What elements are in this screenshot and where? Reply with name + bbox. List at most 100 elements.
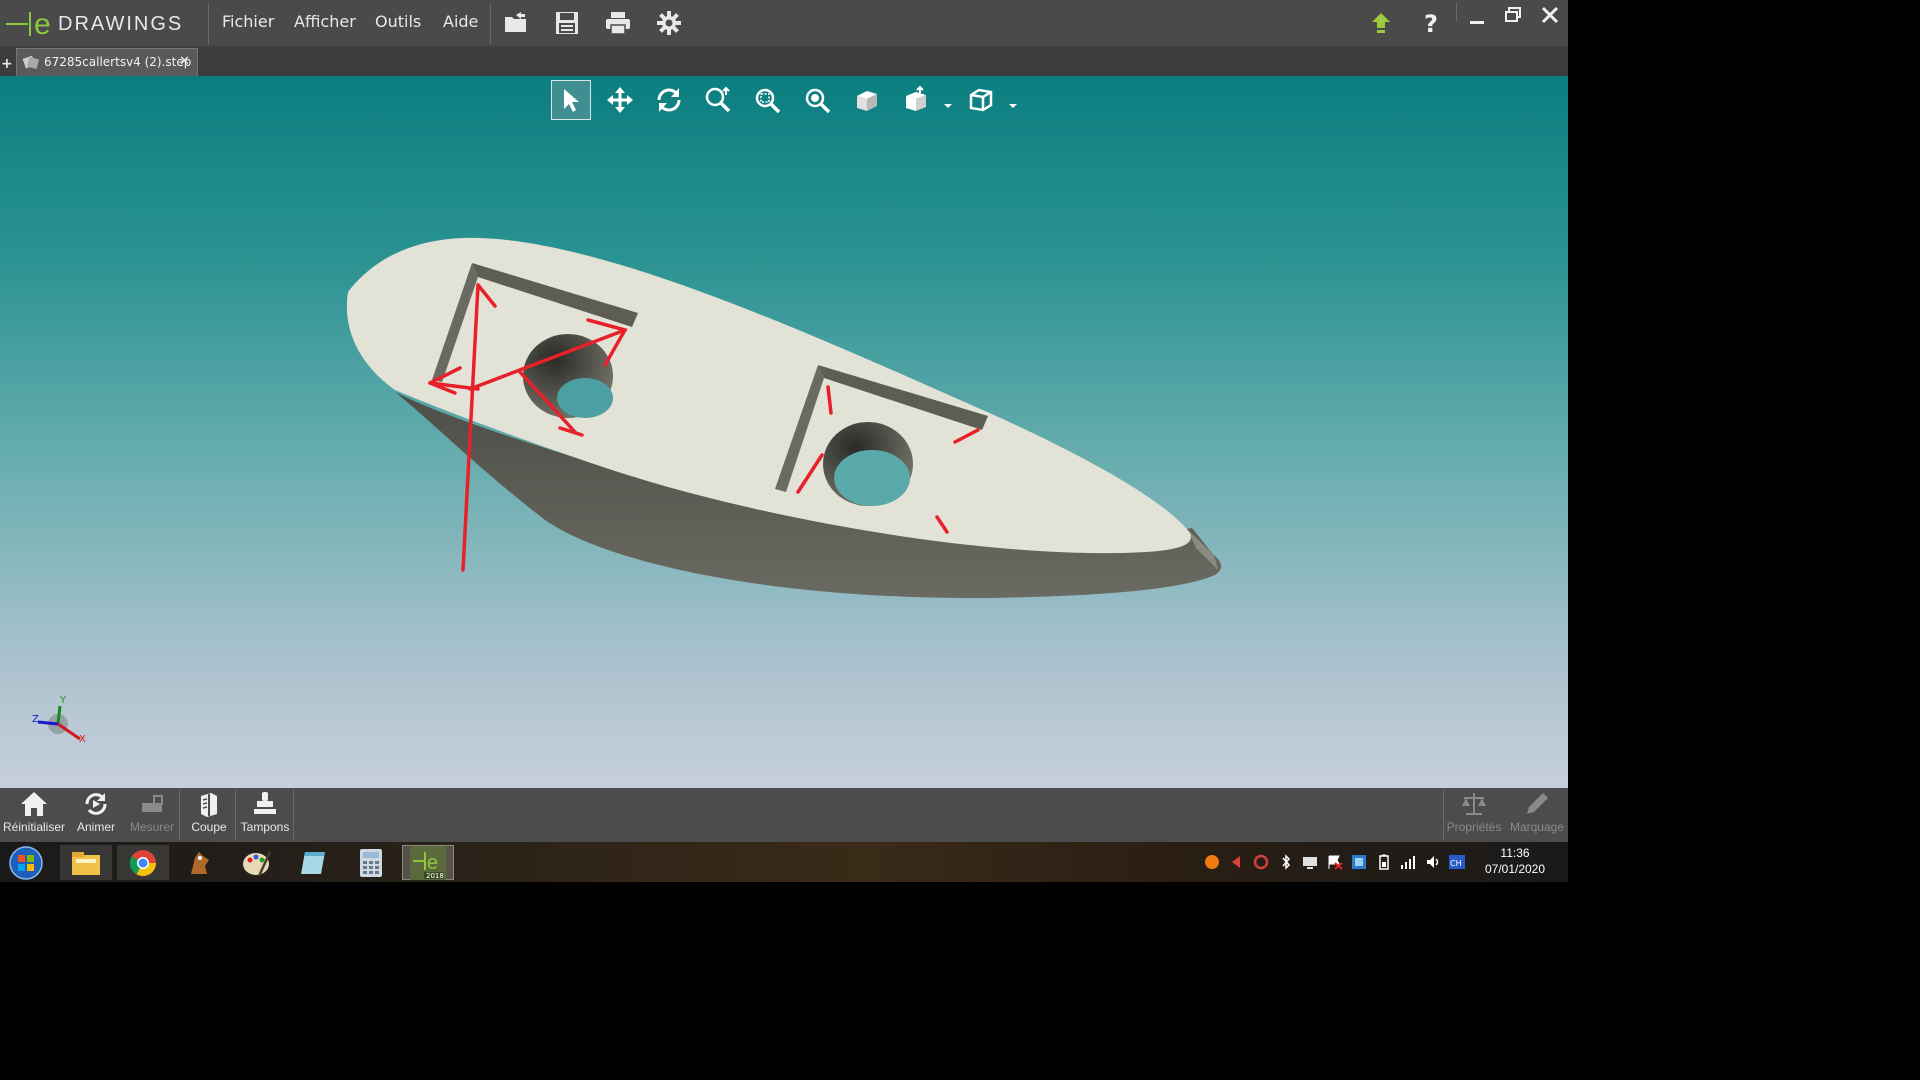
- markup-label: Marquage: [1509, 820, 1565, 834]
- network-app-icon[interactable]: [1351, 854, 1367, 870]
- system-clock[interactable]: 11:36 07/01/2020: [1480, 846, 1550, 876]
- scale-icon: [1462, 793, 1486, 815]
- restore-icon: [1505, 7, 1521, 22]
- update-button[interactable]: [1366, 8, 1396, 38]
- view-orientation-button[interactable]: [896, 80, 936, 120]
- properties-button[interactable]: Propriétés: [1446, 790, 1502, 842]
- windows-start-icon: [9, 845, 43, 880]
- pan-icon: [607, 87, 633, 113]
- help-button[interactable]: ?: [1416, 8, 1446, 38]
- battery-icon[interactable]: [1376, 854, 1392, 870]
- animate-icon: [85, 793, 107, 815]
- chevron-down-icon[interactable]: [1008, 95, 1018, 114]
- bluetooth-icon[interactable]: [1278, 854, 1294, 870]
- settings-icon: [657, 11, 681, 35]
- axis-x-label: X: [79, 734, 86, 745]
- start-button[interactable]: [0, 845, 52, 880]
- select-icon: [564, 89, 579, 112]
- markup-button[interactable]: Marquage: [1506, 790, 1568, 842]
- help-icon: ?: [1424, 11, 1438, 35]
- save-icon: [556, 12, 578, 34]
- svg-text:?: ?: [1424, 11, 1438, 35]
- divider: [1456, 2, 1457, 22]
- zoom-area-icon: [755, 88, 781, 114]
- action-center-flag-icon[interactable]: [1327, 854, 1343, 870]
- open-icon: [505, 12, 526, 32]
- chrome-icon: [129, 849, 157, 876]
- zoom-fit-icon: [705, 86, 731, 113]
- svg-text:CH: CH: [1450, 859, 1462, 868]
- zoom-area-button[interactable]: [747, 80, 787, 120]
- display-icon[interactable]: [1302, 854, 1318, 870]
- taskbar-edrawings[interactable]: e 2018: [402, 845, 454, 880]
- logo-letter: e: [34, 8, 51, 41]
- view-style-icon: [969, 88, 993, 112]
- settings-button[interactable]: [654, 8, 684, 38]
- logo-name: DRAWINGS: [58, 13, 183, 35]
- chevron-down-icon[interactable]: [943, 95, 953, 114]
- menu-fichier[interactable]: Fichier: [222, 12, 274, 31]
- volume-icon[interactable]: [1425, 854, 1441, 870]
- taskbar-chrome[interactable]: [117, 845, 169, 880]
- select-tool-button[interactable]: [551, 80, 591, 120]
- measure-icon: [142, 795, 163, 812]
- print-button[interactable]: [603, 8, 633, 38]
- avast-icon[interactable]: [1204, 854, 1220, 870]
- axis-y-label: Y: [59, 695, 67, 706]
- section-cut-icon: [201, 793, 217, 817]
- properties-label: Propriétés: [1446, 820, 1502, 834]
- sync-icon[interactable]: [1253, 854, 1269, 870]
- taskbar-paint[interactable]: [231, 845, 283, 880]
- section-label: Coupe: [191, 820, 227, 834]
- taskbar-calculator[interactable]: [345, 845, 397, 880]
- close-icon: [1541, 6, 1559, 24]
- print-icon: [606, 12, 630, 35]
- close-window-button[interactable]: [1535, 0, 1565, 30]
- animate-button[interactable]: Animer: [70, 790, 122, 842]
- part-model[interactable]: [330, 230, 1240, 614]
- divider: [293, 790, 294, 840]
- taskbar-notes[interactable]: [288, 845, 340, 880]
- zoom-button[interactable]: [797, 80, 837, 120]
- divider: [208, 4, 209, 44]
- shaded-view-icon: [857, 91, 877, 111]
- edrawings-version-badge: 2018: [426, 872, 444, 880]
- signal-icon[interactable]: [1400, 854, 1416, 870]
- stamp-icon: [254, 792, 276, 814]
- notes-icon: [301, 851, 325, 874]
- measure-button[interactable]: Mesurer: [126, 790, 178, 842]
- divider: [235, 790, 236, 840]
- pencil-icon: [1527, 793, 1548, 814]
- tab-close-button[interactable]: ✕: [179, 54, 190, 69]
- rotate-tool-button[interactable]: [649, 80, 689, 120]
- minimize-button[interactable]: [1462, 2, 1492, 32]
- taskbar-explorer[interactable]: [60, 845, 112, 880]
- axis-z-label: Z: [32, 714, 39, 725]
- shaded-view-button[interactable]: [847, 80, 887, 120]
- stamps-button[interactable]: Tampons: [238, 790, 292, 842]
- view-style-button[interactable]: [961, 80, 1001, 120]
- reset-button[interactable]: Réinitialiser: [2, 790, 66, 842]
- stamps-label: Tampons: [240, 820, 290, 834]
- restore-button[interactable]: [1498, 0, 1528, 30]
- save-button[interactable]: [552, 8, 582, 38]
- section-button[interactable]: Coupe: [184, 790, 234, 842]
- menu-aide[interactable]: Aide: [443, 12, 478, 31]
- reset-label: Réinitialiser: [2, 820, 66, 834]
- clock-time: 11:36: [1500, 846, 1530, 860]
- update-arrow-icon: [1372, 13, 1390, 33]
- document-tab-strip: [0, 46, 1568, 76]
- new-tab-button[interactable]: +: [1, 56, 13, 72]
- open-button[interactable]: [501, 8, 531, 38]
- zoom-fit-button[interactable]: [698, 80, 738, 120]
- pan-tool-button[interactable]: [600, 80, 640, 120]
- taskbar-game[interactable]: [174, 845, 226, 880]
- menu-outils[interactable]: Outils: [375, 12, 421, 31]
- menu-afficher[interactable]: Afficher: [294, 12, 356, 31]
- tab-label: 67285callertsv4 (2).step: [44, 55, 192, 69]
- axis-triad: Y X Z: [30, 692, 90, 751]
- media-icon[interactable]: [1228, 854, 1244, 870]
- home-icon: [21, 792, 47, 816]
- divider: [1443, 790, 1444, 840]
- language-icon[interactable]: CH: [1449, 854, 1465, 870]
